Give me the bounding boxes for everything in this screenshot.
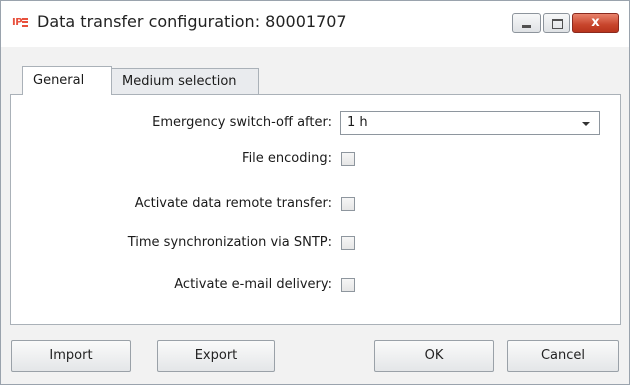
app-icon-bars (22, 17, 29, 27)
remote-transfer-label: Activate data remote transfer: (134, 196, 332, 211)
window-title: Data transfer configuration: 80001707 (37, 12, 347, 31)
chevron-down-icon (582, 122, 590, 126)
minimize-icon (522, 25, 531, 28)
remote-transfer-checkbox[interactable] (341, 197, 355, 211)
import-button[interactable]: Import (11, 340, 131, 372)
sntp-label: Time synchronization via SNTP: (127, 235, 332, 250)
file-encoding-checkbox[interactable] (341, 152, 355, 166)
export-button[interactable]: Export (157, 340, 275, 372)
app-icon-text: IP (12, 17, 23, 28)
dialog-window: IP Data transfer configuration: 80001707… (0, 0, 630, 385)
emergency-switch-off-label: Emergency switch-off after: (152, 115, 332, 130)
emergency-switch-off-value: 1 h (347, 115, 368, 130)
tab-medium-selection[interactable]: Medium selection (111, 68, 259, 95)
emergency-switch-off-select[interactable]: 1 h (340, 111, 600, 135)
close-button[interactable]: x (572, 13, 619, 33)
sntp-checkbox[interactable] (341, 236, 355, 250)
ok-button[interactable]: OK (374, 340, 494, 372)
file-encoding-label: File encoding: (242, 151, 332, 166)
email-delivery-label: Activate e-mail delivery: (174, 277, 332, 292)
close-icon: x (591, 15, 600, 30)
minimize-button[interactable] (512, 13, 541, 33)
maximize-icon (552, 19, 563, 29)
title-bar[interactable]: IP Data transfer configuration: 80001707… (1, 1, 629, 47)
app-icon: IP (12, 15, 32, 31)
maximize-button[interactable] (543, 13, 570, 33)
tab-general[interactable]: General (22, 66, 112, 95)
email-delivery-checkbox[interactable] (341, 278, 355, 292)
cancel-button[interactable]: Cancel (507, 340, 619, 372)
